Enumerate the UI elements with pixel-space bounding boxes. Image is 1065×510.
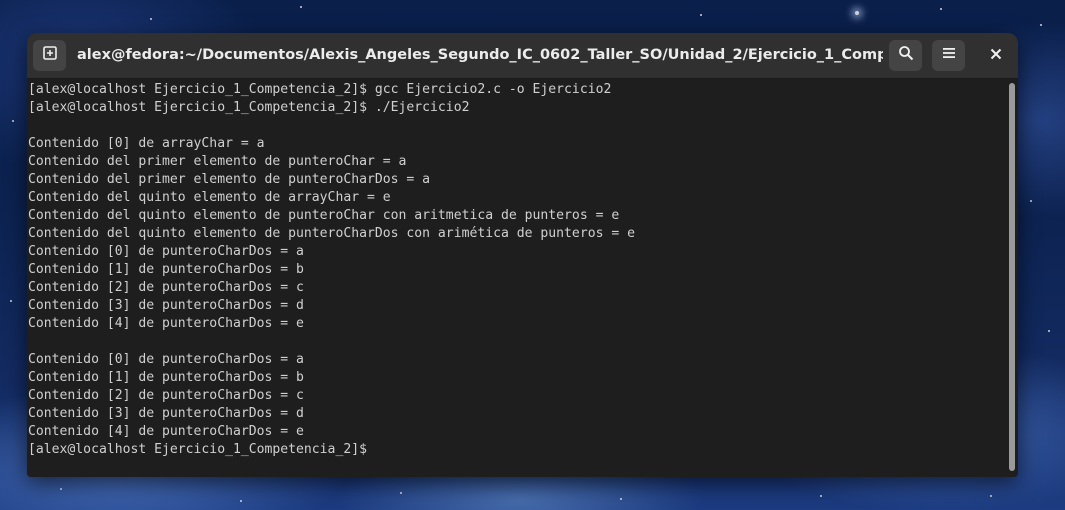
terminal-line: Contenido [0] de punteroCharDos = a <box>28 244 304 259</box>
terminal-line: Contenido [1] de punteroCharDos = b <box>28 262 304 277</box>
terminal-line: Contenido del primer elemento de puntero… <box>28 154 407 169</box>
terminal-line: Contenido [2] de punteroCharDos = c <box>28 280 304 295</box>
new-tab-icon <box>42 45 58 66</box>
terminal-line: Contenido [2] de punteroCharDos = c <box>28 388 304 403</box>
terminal-line: [alex@localhost Ejercicio_1_Competencia_… <box>28 100 470 115</box>
star <box>820 495 822 497</box>
close-icon <box>990 47 1002 65</box>
terminal-line: Contenido del quinto elemento de puntero… <box>28 226 635 241</box>
star <box>150 18 152 20</box>
terminal-line: Contenido [4] de punteroCharDos = e <box>28 316 304 331</box>
terminal-line: Contenido del primer elemento de puntero… <box>28 172 431 187</box>
terminal-output[interactable]: [alex@localhost Ejercicio_1_Competencia_… <box>27 79 1007 477</box>
terminal-line: Contenido [4] de punteroCharDos = e <box>28 424 304 439</box>
terminal-line: Contenido del quinto elemento de arrayCh… <box>28 190 391 205</box>
close-button[interactable] <box>979 40 1012 71</box>
star <box>400 492 402 494</box>
star <box>1030 200 1032 202</box>
star <box>1048 330 1050 332</box>
star <box>700 14 702 16</box>
star <box>60 488 62 490</box>
menu-button[interactable] <box>932 40 965 71</box>
star <box>240 500 242 502</box>
terminal-line: Contenido [0] de arrayChar = a <box>28 136 265 151</box>
terminal-line: Contenido del quinto elemento de puntero… <box>28 208 620 223</box>
search-button[interactable] <box>889 40 922 71</box>
star <box>620 498 622 500</box>
star <box>300 6 302 8</box>
star <box>990 495 992 497</box>
terminal-window: alex@fedora:~/Documentos/Alexis_Angeles_… <box>27 33 1018 477</box>
star <box>10 300 12 302</box>
star <box>12 120 14 122</box>
star <box>1040 24 1042 26</box>
terminal-line: Contenido [3] de punteroCharDos = d <box>28 298 304 313</box>
terminal-line: Contenido [0] de punteroCharDos = a <box>28 352 304 367</box>
vertical-scrollbar[interactable] <box>1007 79 1018 477</box>
hamburger-menu-icon <box>942 46 956 65</box>
title-bar: alex@fedora:~/Documentos/Alexis_Angeles_… <box>27 33 1018 79</box>
star <box>855 11 859 15</box>
terminal-line: [alex@localhost Ejercicio_1_Competencia_… <box>28 442 375 457</box>
terminal-line: Contenido [3] de punteroCharDos = d <box>28 406 304 421</box>
new-tab-button[interactable] <box>33 40 66 71</box>
window-title: alex@fedora:~/Documentos/Alexis_Angeles_… <box>77 47 883 63</box>
terminal-lines: [alex@localhost Ejercicio_1_Competencia_… <box>28 81 635 459</box>
search-icon <box>898 45 914 66</box>
terminal-line: [alex@localhost Ejercicio_1_Competencia_… <box>28 82 612 97</box>
star <box>940 8 942 10</box>
terminal-line: Contenido [1] de punteroCharDos = b <box>28 370 304 385</box>
scrollbar-thumb[interactable] <box>1009 83 1015 471</box>
